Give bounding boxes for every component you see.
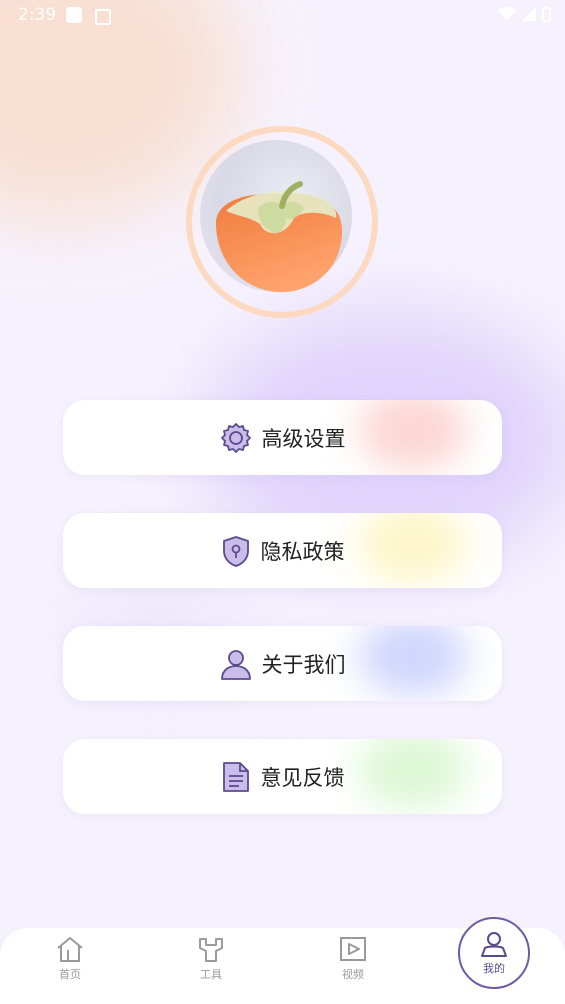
tab-mine-label: 我的 [483, 962, 505, 975]
advanced-settings-label: 高级设置 [261, 426, 346, 451]
document-icon [222, 761, 249, 792]
about-us-button[interactable]: 关于我们 [63, 626, 502, 701]
feedback-label: 意见反馈 [260, 765, 345, 790]
wrench-icon [199, 938, 223, 962]
app-notification-icon [95, 9, 111, 25]
signal-icon [522, 7, 536, 21]
privacy-policy-button[interactable]: 隐私政策 [63, 513, 502, 588]
advanced-settings-button[interactable]: 高级设置 [63, 400, 502, 475]
tab-home[interactable]: 首页 [30, 934, 110, 998]
tab-video[interactable]: 视频 [313, 934, 393, 998]
tab-video-label: 视频 [342, 968, 364, 981]
avatar[interactable] [186, 126, 378, 318]
tab-home-label: 首页 [59, 968, 81, 981]
status-time: 2:39 [18, 5, 57, 25]
status-bar: 2:39 [0, 0, 565, 30]
person-icon [220, 649, 251, 680]
tab-mine[interactable]: 我的 [458, 917, 530, 989]
wifi-icon [498, 7, 516, 20]
gear-icon [220, 422, 251, 453]
notification-icon [66, 7, 82, 23]
tab-tools[interactable]: 工具 [171, 934, 251, 998]
play-icon [340, 937, 366, 961]
feedback-button[interactable]: 意见反馈 [63, 739, 502, 814]
user-icon [481, 932, 507, 957]
about-us-label: 关于我们 [261, 652, 346, 677]
tab-tools-label: 工具 [200, 968, 222, 981]
home-icon [57, 937, 83, 962]
shield-lock-icon [222, 535, 249, 567]
battery-icon [542, 6, 551, 22]
privacy-policy-label: 隐私政策 [260, 539, 345, 564]
system-icons [498, 6, 551, 22]
persimmon-icon [215, 181, 343, 293]
